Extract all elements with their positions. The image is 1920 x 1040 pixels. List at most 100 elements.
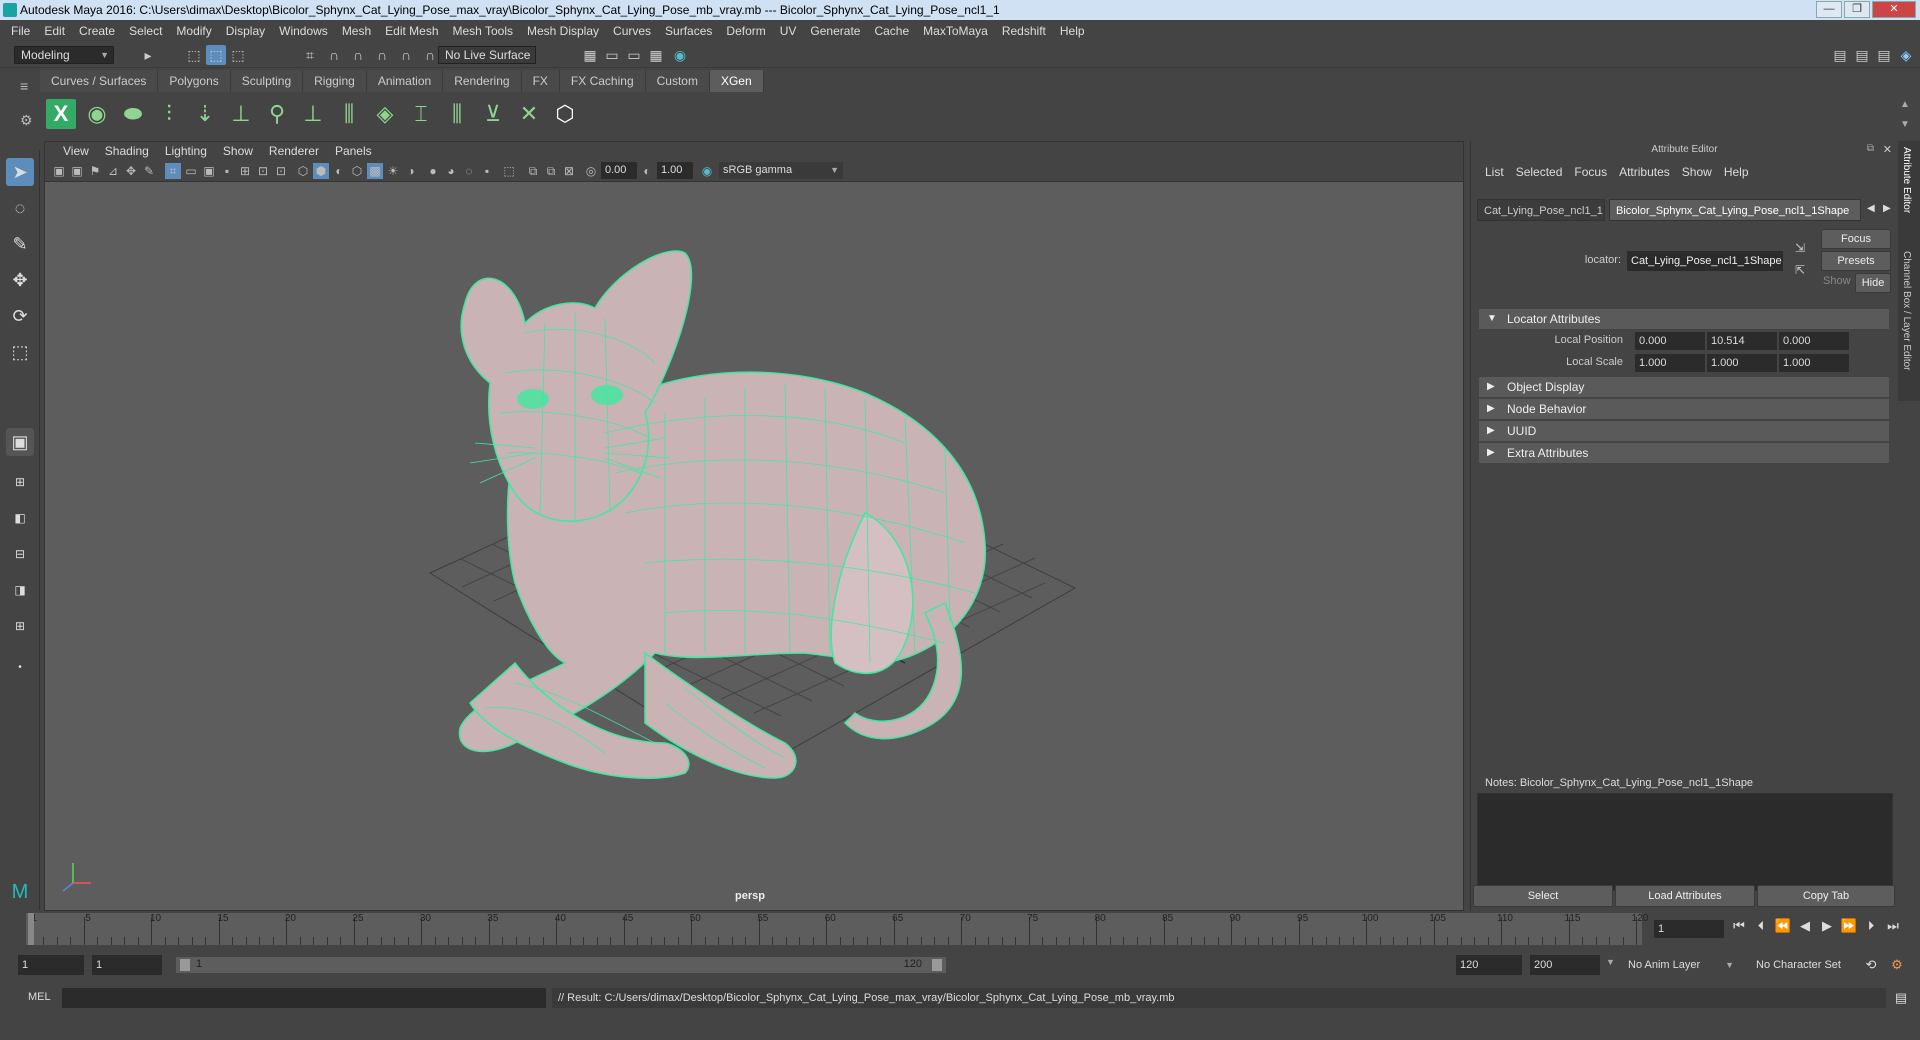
outliner-toggle-icon[interactable]: ▤ (1852, 45, 1872, 65)
smooth-shade-icon[interactable]: ⬢ (313, 163, 329, 179)
isolate-select-icon[interactable]: ⬚ (501, 163, 517, 179)
render-view-icon[interactable]: ◉ (670, 45, 690, 65)
menu-mesh-display[interactable]: Mesh Display (520, 24, 606, 38)
rotate-tool-icon[interactable]: ⟳ (6, 302, 34, 330)
script-editor-icon[interactable]: ▤ (1892, 988, 1910, 1008)
show-button[interactable]: Show (1823, 275, 1851, 287)
play-backward-icon[interactable]: ◀ (1796, 916, 1814, 936)
presets-button[interactable]: Presets (1821, 251, 1891, 271)
xgen-add-guides-icon[interactable]: ⫶ (154, 99, 184, 129)
hide-button[interactable]: Hide (1855, 273, 1891, 293)
ae-menu-selected[interactable]: Selected (1510, 165, 1569, 179)
default-material-icon[interactable]: ◐ (331, 163, 347, 179)
go-to-start-icon[interactable]: ⏮ (1730, 916, 1748, 936)
gamma-field[interactable]: 1.00 (657, 162, 693, 179)
lasso-tool-icon[interactable]: ◌ (6, 194, 34, 222)
xgen-delete-icon[interactable]: ✕ (514, 99, 544, 129)
preferences-icon[interactable]: ⚙ (1888, 955, 1906, 975)
grid-toggle-icon[interactable]: ⌗ (165, 163, 181, 179)
xray-icon[interactable]: ⧉ (525, 163, 541, 179)
gamma-icon[interactable]: ◐ (639, 163, 655, 179)
viewport-menu-view[interactable]: View (55, 144, 97, 158)
section-uuid[interactable]: ▶ UUID (1479, 421, 1889, 441)
image-plane-icon[interactable]: ⊿ (105, 163, 121, 179)
menu-edit[interactable]: Edit (37, 24, 72, 38)
xgen-move-guide-icon[interactable]: ⊥ (226, 99, 256, 129)
xgen-comb-icon[interactable]: ⫼ (442, 99, 472, 129)
live-surface-field[interactable]: No Live Surface (438, 46, 536, 64)
tab-scroll-left-icon[interactable]: ◀ (1867, 203, 1875, 214)
xray-joints-icon[interactable]: ⧉ (543, 163, 559, 179)
menu-maxtomaya[interactable]: MaxToMaya (916, 24, 995, 38)
node-input-icon[interactable]: ⇲ (1795, 241, 1805, 255)
ipr-render-icon[interactable]: ▭ (624, 45, 644, 65)
xgen-cut-icon[interactable]: ⊻ (478, 99, 508, 129)
tab-rendering[interactable]: Rendering (443, 70, 522, 92)
film-gate-icon[interactable]: ▭ (183, 163, 199, 179)
local-scale-y[interactable]: 1.000 (1707, 354, 1777, 372)
menu-mesh-tools[interactable]: Mesh Tools (446, 24, 520, 38)
tab-fx-caching[interactable]: FX Caching (559, 70, 646, 92)
local-scale-z[interactable]: 1.000 (1779, 354, 1849, 372)
ae-menu-attributes[interactable]: Attributes (1613, 165, 1676, 179)
menu-help[interactable]: Help (1053, 24, 1092, 38)
anim-layer-dropdown[interactable]: No Anim Layer ▼ (1624, 955, 1736, 975)
animation-end-field[interactable]: 200 (1530, 955, 1600, 975)
menu-file[interactable]: File (4, 24, 37, 38)
exposure-icon[interactable]: ◎ (583, 163, 599, 179)
menu-uv[interactable]: UV (773, 24, 804, 38)
section-node-behavior[interactable]: ▶ Node Behavior (1479, 399, 1889, 419)
render-frame-icon[interactable]: ▭ (602, 45, 622, 65)
current-time-indicator[interactable] (28, 913, 34, 945)
xgen-length-icon[interactable]: ⌶ (406, 99, 436, 129)
load-attributes-button[interactable]: Load Attributes (1615, 885, 1755, 907)
viewport-menu-shading[interactable]: Shading (97, 144, 157, 158)
notes-textarea[interactable] (1477, 793, 1893, 891)
menu-display[interactable]: Display (219, 24, 272, 38)
shelf-menu-icon[interactable]: ≡ (20, 78, 28, 94)
go-to-end-icon[interactable]: ⏭ (1884, 916, 1902, 936)
render-settings-icon[interactable]: ▦ (580, 45, 600, 65)
ae-menu-focus[interactable]: Focus (1568, 165, 1613, 179)
gate-mask-icon[interactable]: ▪ (219, 163, 235, 179)
snap-curve-icon[interactable]: ∩ (324, 45, 344, 65)
ae-tab-transform[interactable]: Cat_Lying_Pose_ncl1_1 (1477, 199, 1605, 221)
motion-blur-icon[interactable]: ◕ (443, 163, 459, 179)
menu-deform[interactable]: Deform (719, 24, 772, 38)
menu-surfaces[interactable]: Surfaces (658, 24, 719, 38)
xgen-place-guide-icon[interactable]: ⇣ (190, 99, 220, 129)
viewport-menu-panels[interactable]: Panels (327, 144, 380, 158)
copy-tab-button[interactable]: Copy Tab (1757, 885, 1895, 907)
current-frame-field[interactable]: 1 (1654, 920, 1724, 938)
menu-windows[interactable]: Windows (272, 24, 335, 38)
hypershade-icon[interactable]: ▦ (646, 45, 666, 65)
depth-of-field-icon[interactable]: ▪ (479, 163, 495, 179)
move-tool-icon[interactable]: ✥ (6, 266, 34, 294)
xgen-preview-icon[interactable]: ◉ (82, 99, 112, 129)
shelf-scroll-up-icon[interactable]: ▲ (1900, 99, 1910, 110)
xray-components-icon[interactable]: ⊠ (561, 163, 577, 179)
character-set-dropdown[interactable]: No Character Set (1752, 955, 1866, 975)
single-perspective-layout-icon[interactable]: ▣ (6, 428, 34, 456)
side-tab-channel-box[interactable]: Channel Box / Layer Editor (1901, 251, 1912, 371)
step-forward-icon[interactable]: ⏵ (1862, 916, 1880, 936)
persp-outliner-layout-icon[interactable]: ◧ (6, 504, 34, 532)
shelf-settings-icon[interactable]: ⚙ (20, 112, 33, 129)
step-forward-key-icon[interactable]: ⏩ (1840, 916, 1858, 936)
toolbox-more-icon[interactable]: • (6, 654, 34, 682)
hypershade-layout-icon[interactable]: ⊞ (6, 612, 34, 640)
mode-dropdown[interactable]: Modeling ▼ (14, 46, 114, 64)
menu-cache[interactable]: Cache (867, 24, 916, 38)
float-panel-icon[interactable]: ⧉ (1867, 143, 1874, 154)
textured-icon[interactable]: ▩ (367, 163, 383, 179)
menu-generate[interactable]: Generate (803, 24, 867, 38)
focus-button[interactable]: Focus (1821, 229, 1891, 249)
maximize-button[interactable]: ❐ (1844, 1, 1870, 18)
ae-menu-help[interactable]: Help (1718, 165, 1755, 179)
minimize-button[interactable]: — (1816, 1, 1842, 18)
screen-space-ao-icon[interactable]: ● (425, 163, 441, 179)
resolution-gate-icon[interactable]: ▣ (201, 163, 217, 179)
menu-select[interactable]: Select (122, 24, 169, 38)
section-extra-attributes[interactable]: ▶ Extra Attributes (1479, 443, 1889, 463)
range-end-handle[interactable] (932, 959, 942, 971)
